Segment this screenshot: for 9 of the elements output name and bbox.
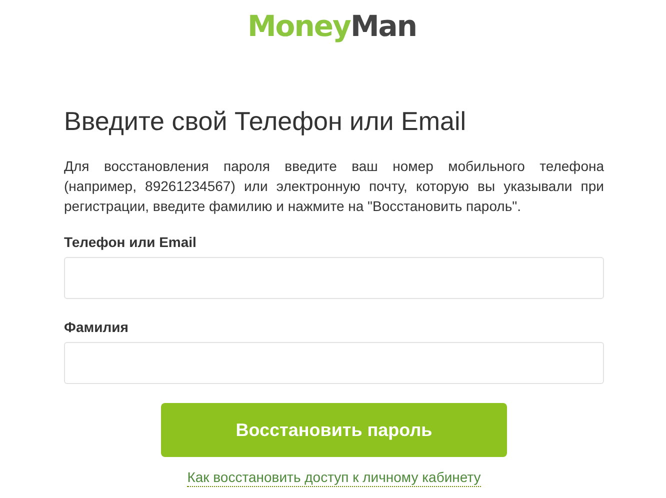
description-text: Для восстановления пароля введите ваш номер мобильного телефона (например, 89261234567) или электронную почту, которую вы указывали при регистрации, введите фамилию и нажмите на "Восстановить пароль". (64, 157, 604, 216)
help-link[interactable]: Как восстановить доступ к личному кабинету (187, 468, 481, 487)
input-field[interactable] (64, 342, 604, 384)
restore-password-button[interactable]: Восстановить пароль (161, 403, 507, 457)
logo: MoneyMan (247, 8, 417, 44)
field-label: Телефон или Email (64, 233, 196, 251)
field-label: Фамилия (64, 318, 128, 336)
page-heading: Введите свой Телефон или Email (64, 106, 468, 136)
input-field[interactable] (64, 257, 604, 299)
